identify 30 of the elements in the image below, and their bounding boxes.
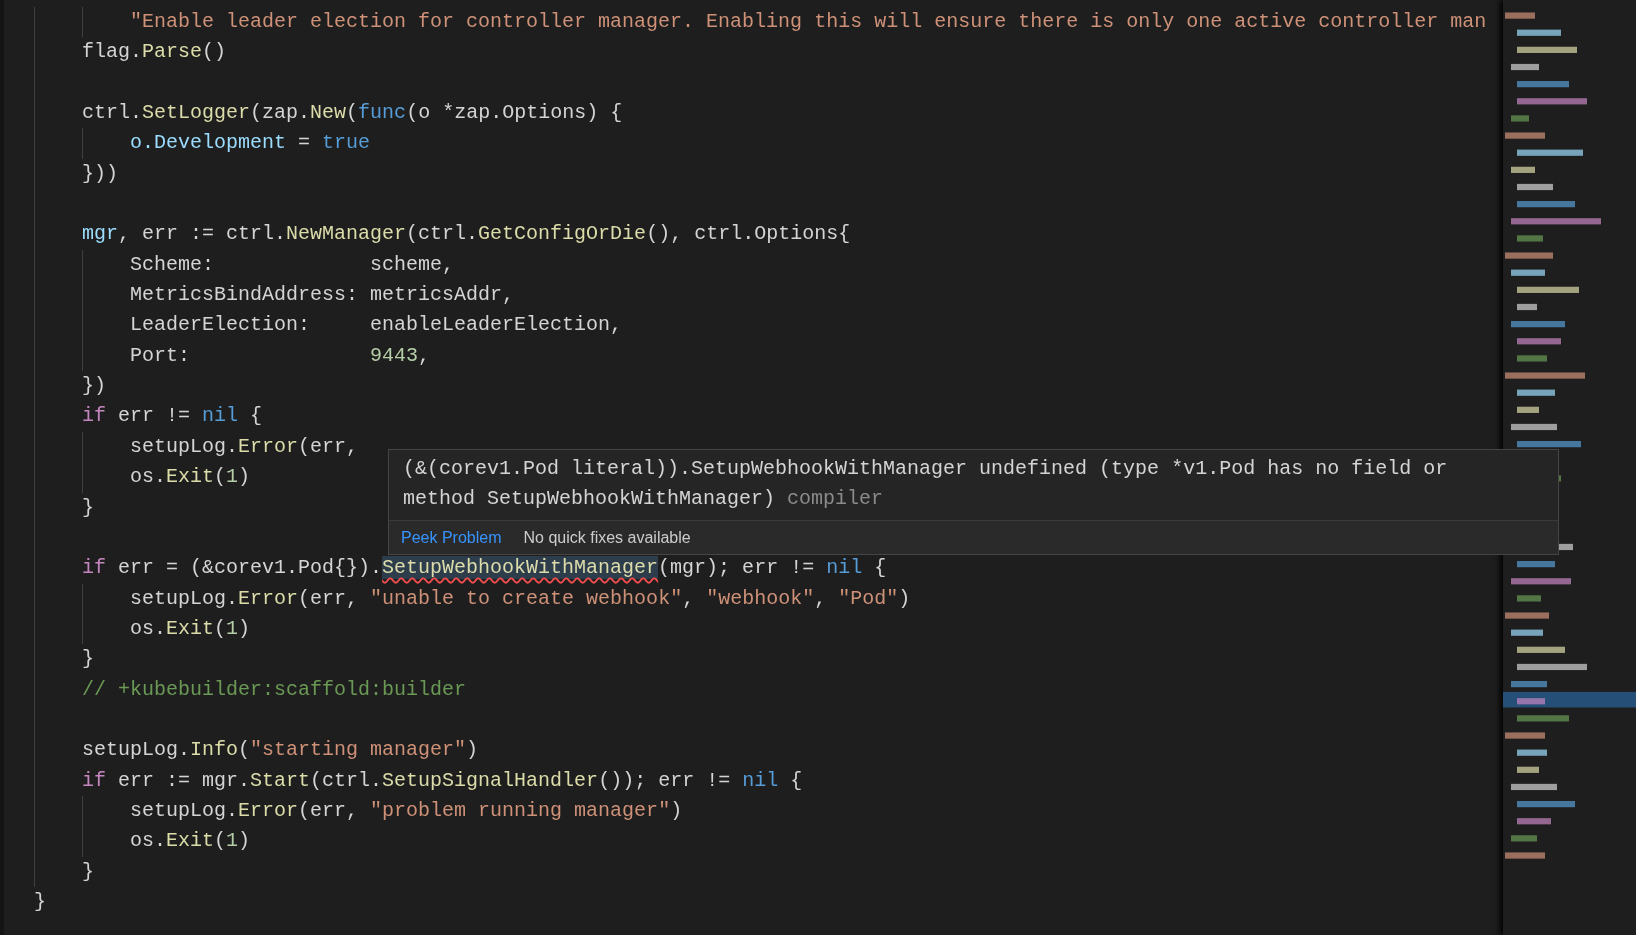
code-line: })	[81, 374, 106, 398]
code-line: LeaderElection: enableLeaderElection,	[129, 313, 623, 337]
code-line: "Enable leader election for controller manager. Enabling this will ensure there is only one active controller man	[129, 10, 1487, 33]
code-line: setupLog.Info("starting manager")	[81, 738, 479, 762]
code-line: o.Development = true	[129, 131, 371, 155]
peek-problem-link[interactable]: Peek Problem	[401, 528, 502, 547]
code-line: Scheme: scheme,	[129, 252, 455, 276]
code-line: // +kubebuilder:scaffold:builder	[81, 677, 467, 701]
minimap-drawing[interactable]	[1503, 0, 1636, 935]
code-line: if err := mgr.Start(ctrl.SetupSignalHandler()); err != nil {	[81, 768, 803, 792]
code-line: setupLog.Error(err, "problem running manager")	[129, 798, 683, 822]
code-line: if err != nil {	[81, 404, 263, 428]
code-line: if err = (&corev1.Pod{}).SetupWebhookWithManager(mgr); err != nil {	[81, 556, 887, 580]
code-line: flag.Parse()	[81, 40, 227, 64]
code-line: mgr, err := ctrl.NewManager(ctrl.GetConfigOrDie(), ctrl.Options{	[81, 222, 851, 246]
code-line: setupLog.Error(err, "unable to create webhook", "webhook", "Pod")	[129, 586, 911, 610]
error-message: (&(corev1.Pod literal)).SetupWebhookWithManager undefined (type *v1.Pod has no field or method SetupWebhookWithManager) compiler	[402, 456, 1449, 512]
code-line: ctrl.SetLogger(zap.New(func(o *zap.Options) {	[81, 101, 623, 125]
code-line: os.Exit(1)	[129, 465, 251, 489]
code-line: }	[81, 859, 94, 883]
code-line: Port: 9443,	[129, 343, 431, 367]
code-line: }	[81, 647, 94, 671]
code-line: MetricsBindAddress: metricsAddr,	[129, 283, 515, 307]
code-line: setupLog.Error(err,	[129, 434, 360, 458]
code-line: }))	[81, 161, 118, 185]
quick-fix-status: No quick fixes available	[523, 528, 691, 547]
code-line: os.Exit(1)	[129, 616, 251, 640]
code-line: os.Exit(1)	[129, 829, 251, 853]
code-line: }	[34, 889, 46, 913]
code-line: }	[81, 495, 94, 519]
